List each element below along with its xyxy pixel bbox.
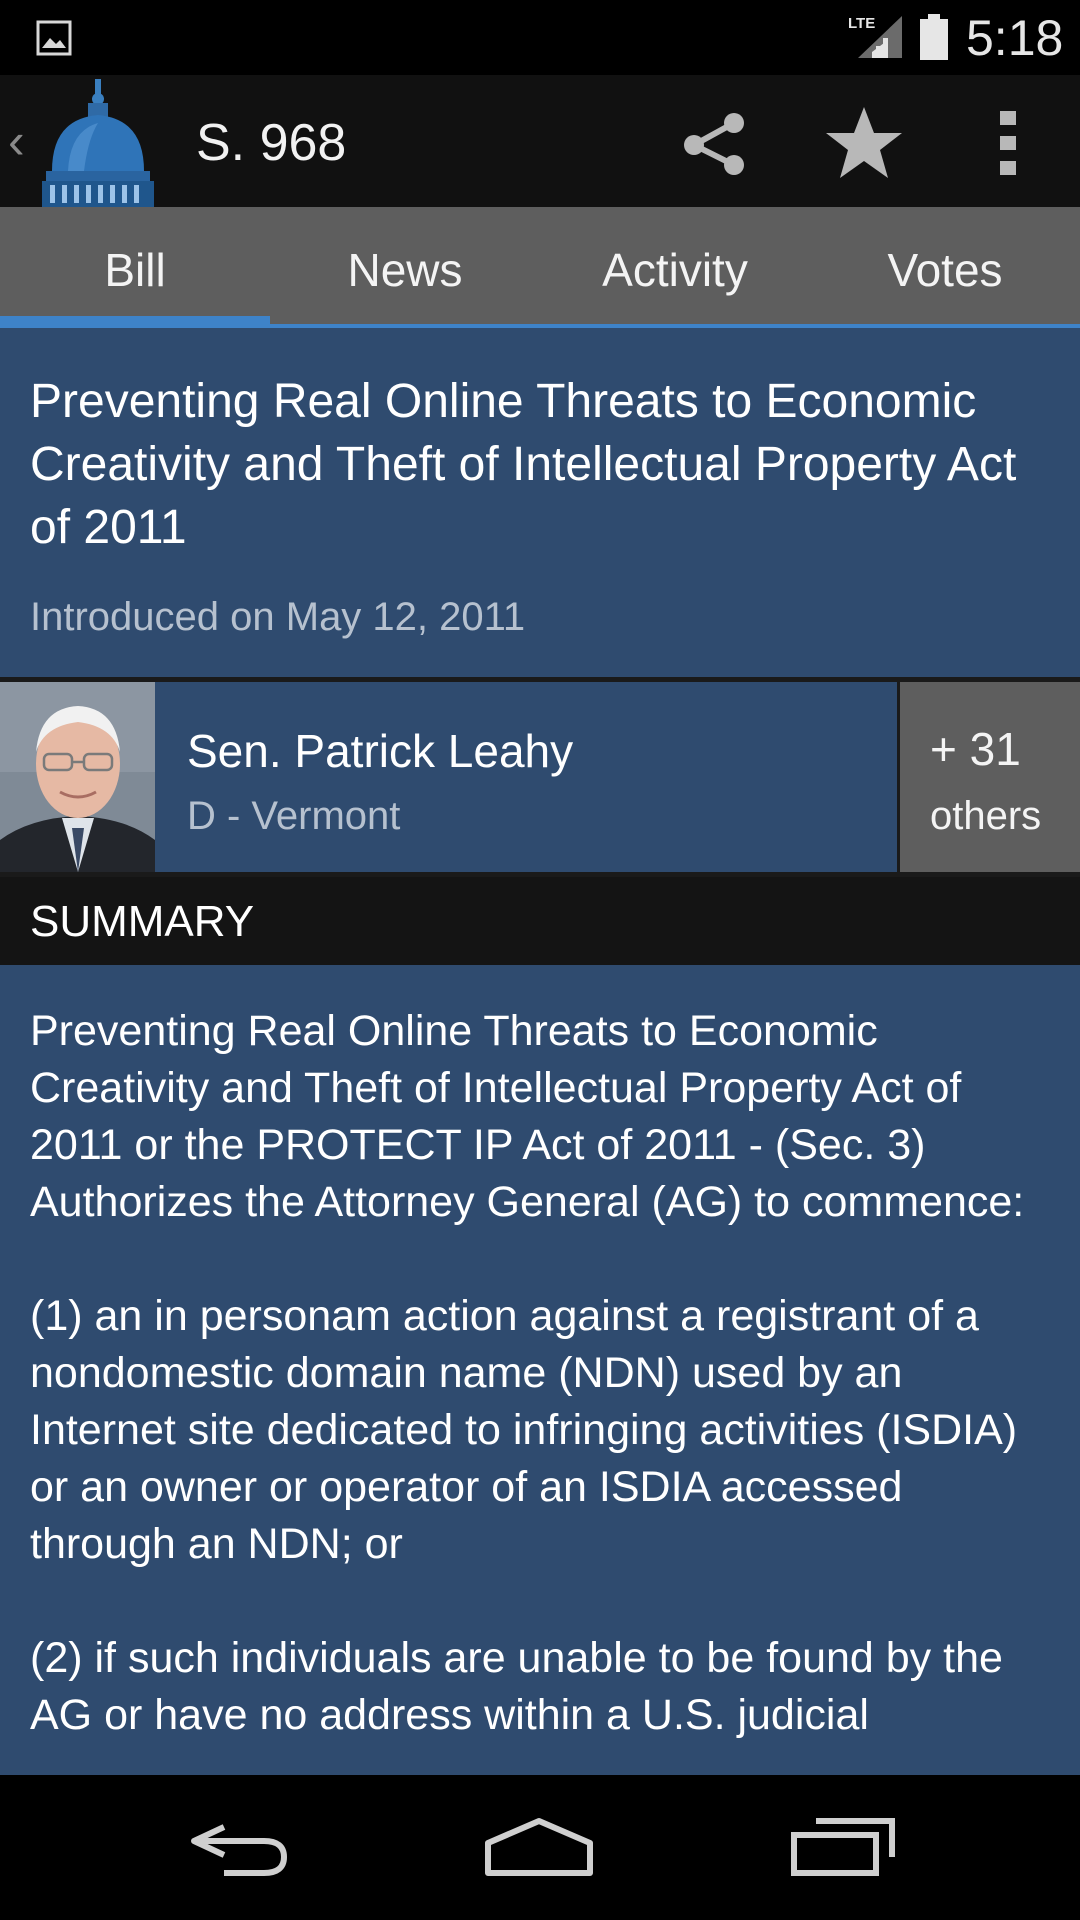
status-clock: 5:18 [966,10,1064,66]
cosponsors-button[interactable]: + 31 others [900,682,1080,872]
home-nav-icon[interactable] [484,1805,594,1885]
status-bar: LTE 5:18 [0,0,1080,75]
tab-activity[interactable]: Activity [540,207,810,328]
summary-paragraph: Preventing Real Online Threats to Econom… [30,1007,1025,1226]
summary-paragraph: (2) if such individuals are unable to be… [30,1634,1003,1739]
share-icon[interactable] [676,103,756,183]
lte-signal-icon: LTE [848,15,902,58]
star-icon[interactable] [824,103,904,183]
summary-heading: SUMMARY [30,897,255,946]
sponsor-name: Sen. Patrick Leahy [187,725,574,777]
svg-text:LTE: LTE [848,15,875,32]
capitol-logo-icon[interactable] [38,79,158,207]
summary-body[interactable]: Preventing Real Online Threats to Econom… [0,965,1080,1775]
sponsor-row: Sen. Patrick Leahy D - Vermont + 31 othe… [0,677,1080,877]
tab-news[interactable]: News [270,207,540,328]
screen: LTE 5:18 ‹ S. 968 Bill News Activity Vot… [0,0,1080,1920]
system-nav-bar [0,1775,1080,1920]
image-notification-icon [36,20,72,56]
recents-nav-icon[interactable] [788,1805,898,1885]
bill-header: Preventing Real Online Threats to Econom… [0,328,1080,677]
sponsor-info[interactable]: Sen. Patrick Leahy D - Vermont [155,682,897,872]
bill-introduced-date: Introduced on May 12, 2011 [30,595,526,639]
page-title: S. 968 [196,114,347,172]
tab-bar: Bill News Activity Votes [0,207,1080,328]
sponsor-avatar[interactable] [0,682,155,872]
overflow-menu-icon[interactable] [968,103,1048,183]
back-nav-icon[interactable] [184,1805,294,1885]
tab-votes[interactable]: Votes [810,207,1080,328]
battery-icon [920,14,948,60]
tab-bill[interactable]: Bill [0,207,270,328]
summary-header: SUMMARY [0,877,1080,965]
cosponsors-label: others [930,794,1042,838]
back-chevron-icon[interactable]: ‹ [8,111,25,171]
cosponsors-count: + 31 [930,723,1021,775]
sponsor-party-state: D - Vermont [187,794,401,838]
summary-paragraph: (1) an in personam action against a regi… [30,1292,1018,1568]
action-bar: ‹ S. 968 [0,75,1080,207]
bill-title: Preventing Real Online Threats to Econom… [30,375,1017,554]
